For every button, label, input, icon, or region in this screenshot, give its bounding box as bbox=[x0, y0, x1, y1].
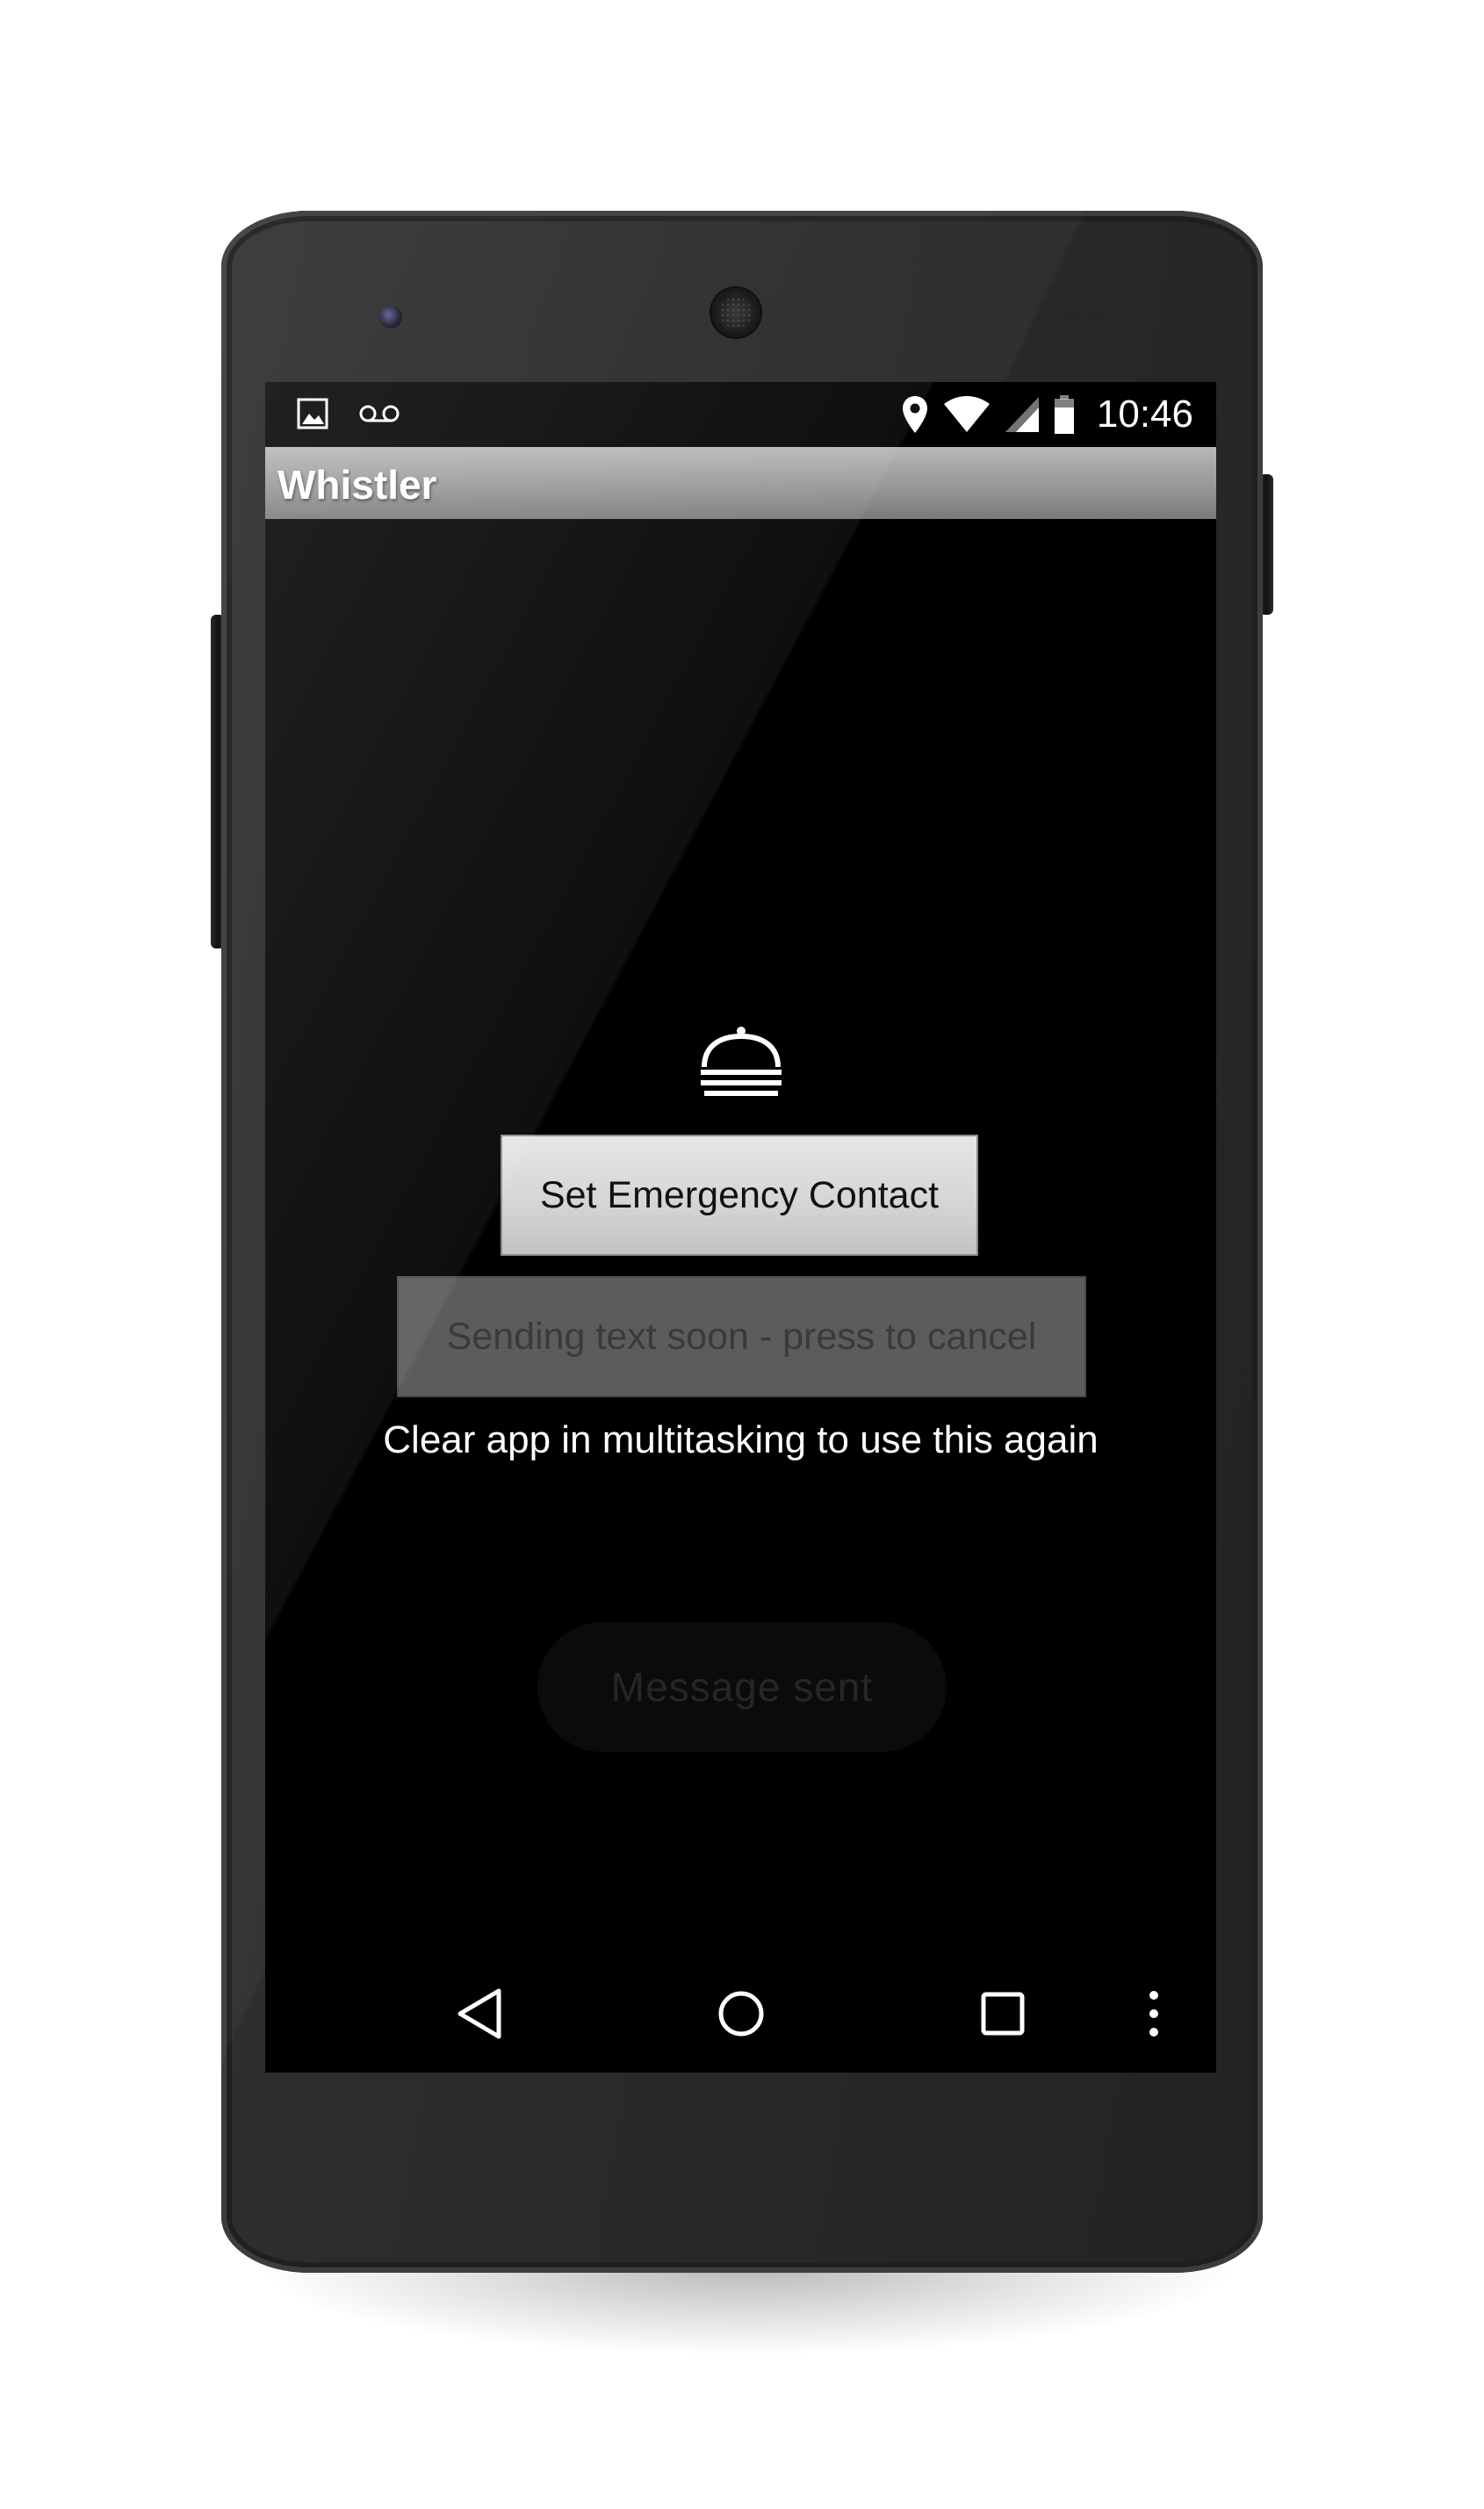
back-button[interactable] bbox=[444, 1979, 515, 2049]
image-notification-icon bbox=[297, 398, 328, 429]
overflow-menu-button[interactable] bbox=[1127, 1979, 1180, 2049]
overflow-menu-icon bbox=[1149, 1991, 1158, 2037]
recents-icon bbox=[981, 1992, 1025, 2036]
cell-signal-icon bbox=[1005, 397, 1039, 432]
status-clock: 10:46 bbox=[1096, 393, 1193, 436]
status-bar: 10:46 bbox=[265, 382, 1216, 447]
location-icon bbox=[902, 396, 927, 433]
cancel-sending-button[interactable]: Sending text soon - press to cancel bbox=[397, 1276, 1086, 1397]
home-icon bbox=[718, 1991, 764, 2037]
system-status-icons: 10:46 bbox=[900, 393, 1193, 436]
back-icon bbox=[457, 1988, 501, 2039]
device-screen: 10:46 Whistler Set Emergency Contact Sen… bbox=[265, 382, 1216, 2073]
earpiece-speaker-icon bbox=[710, 286, 762, 339]
proximity-sensor-icon bbox=[1064, 309, 1078, 323]
home-button[interactable] bbox=[706, 1979, 776, 2049]
service-bell-icon bbox=[701, 1027, 782, 1096]
light-sensor-icon bbox=[1089, 309, 1103, 323]
info-text: Clear app in multitasking to use this ag… bbox=[383, 1418, 1099, 1461]
app-title: Whistler bbox=[277, 462, 437, 508]
recents-button[interactable] bbox=[968, 1979, 1038, 2049]
navigation-bar bbox=[265, 1954, 1216, 2073]
voicemail-icon bbox=[359, 405, 400, 422]
notification-icons bbox=[297, 398, 400, 429]
set-emergency-contact-button[interactable]: Set Emergency Contact bbox=[501, 1135, 978, 1256]
battery-icon bbox=[1054, 395, 1074, 434]
toast-message: Message sent bbox=[537, 1622, 947, 1752]
wifi-icon bbox=[943, 396, 990, 432]
action-bar: Whistler bbox=[265, 447, 1216, 519]
front-camera-icon bbox=[379, 306, 402, 328]
